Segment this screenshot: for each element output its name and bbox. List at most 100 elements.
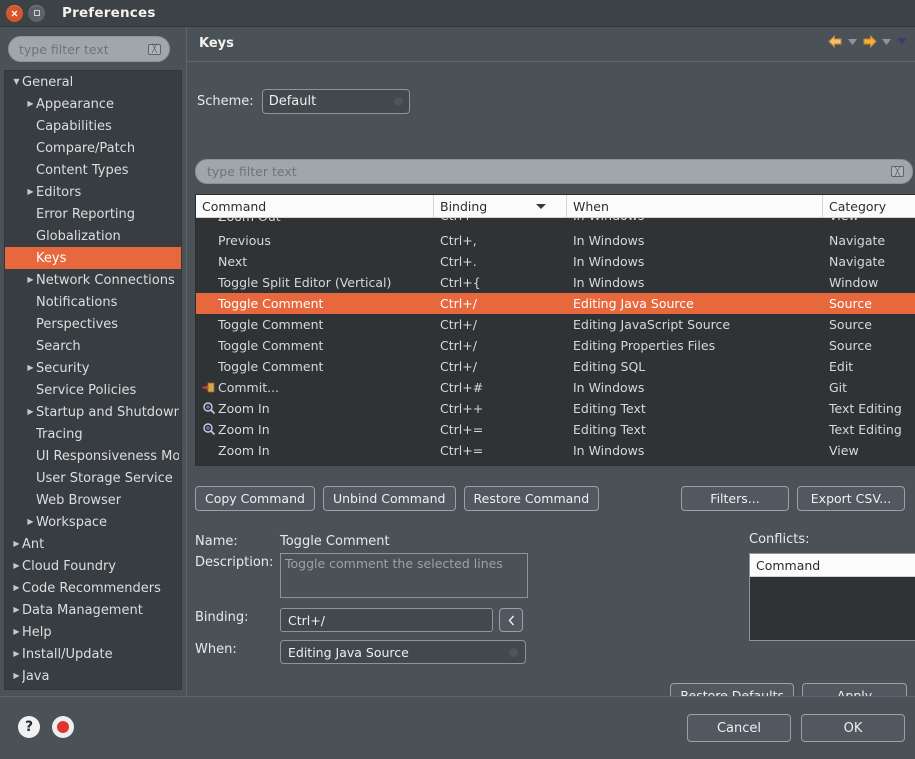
table-body[interactable]: Zoom Out Ctrl+- In Windows View Previous Ctrl… <box>196 218 915 461</box>
binding-input[interactable]: Ctrl+/ <box>280 608 493 632</box>
sidebar-item-network-connections[interactable]: ▶ Network Connections <box>5 269 181 291</box>
zoom-in-icon <box>203 402 216 415</box>
sidebar-item-keys[interactable]: Keys <box>5 247 181 269</box>
table-row[interactable]: Toggle Comment Ctrl+/ Editing Java Source S… <box>196 293 915 314</box>
twisty-collapsed-icon[interactable]: ▶ <box>11 584 22 592</box>
chevron-down-icon <box>393 97 403 106</box>
sidebar-item-ant[interactable]: ▶ Ant <box>5 533 181 555</box>
table-row[interactable]: Next Ctrl+. In Windows Navigate <box>196 251 915 272</box>
sidebar-item-label: Cloud Foundry <box>22 558 117 574</box>
column-header-when[interactable]: When <box>567 195 823 217</box>
table-row[interactable]: Zoom In Ctrl++ Editing Text Text Editing <box>196 398 915 419</box>
scheme-select[interactable]: Default <box>261 89 410 114</box>
twisty-collapsed-icon[interactable]: ▶ <box>11 672 22 680</box>
twisty-collapsed-icon[interactable]: ▶ <box>25 188 36 196</box>
restore-command-button[interactable]: Restore Command <box>463 486 600 511</box>
cell-text: Toggle Comment <box>218 317 324 332</box>
sidebar-item-startup-and-shutdown[interactable]: ▶ Startup and Shutdown <box>5 401 181 423</box>
twisty-collapsed-icon[interactable]: ▶ <box>11 628 22 636</box>
ok-button[interactable]: OK <box>801 714 905 742</box>
sidebar-item-search[interactable]: Search <box>5 335 181 357</box>
table-row[interactable]: Toggle Comment Ctrl+/ Editing JavaScript S… <box>196 314 915 335</box>
close-window-button[interactable] <box>6 4 23 22</box>
conflicts-table[interactable]: CommandWhen <box>749 553 915 641</box>
table-row[interactable]: Commit... Ctrl+# In Windows Git <box>196 377 915 398</box>
copy-command-button[interactable]: Copy Command <box>195 486 315 511</box>
sidebar-item-label: Notifications <box>36 294 118 310</box>
sidebar-item-java[interactable]: ▶ Java <box>5 665 181 687</box>
twisty-collapsed-icon[interactable]: ▶ <box>11 540 22 548</box>
key-bindings-table[interactable]: Command Binding When Category Zoom Out Ctrl+… <box>195 194 915 466</box>
table-row[interactable]: Previous Ctrl+, In Windows Navigate <box>196 230 915 251</box>
column-header-binding[interactable]: Binding <box>434 195 567 217</box>
twisty-collapsed-icon[interactable]: ▶ <box>25 276 36 284</box>
sidebar-item-general[interactable]: ▼ General <box>5 71 181 93</box>
sidebar-item-code-recommenders[interactable]: ▶ Code Recommenders <box>5 577 181 599</box>
preferences-tree[interactable]: ▼ General ▶ Appearance Capabilities Compare/P… <box>4 70 182 690</box>
cancel-button[interactable]: Cancel <box>687 714 791 742</box>
sidebar-item-data-management[interactable]: ▶ Data Management <box>5 599 181 621</box>
back-history-chevron-down-icon[interactable] <box>847 38 858 46</box>
unbind-command-button[interactable]: Unbind Command <box>322 486 456 511</box>
sidebar-item-label: Ant <box>22 536 45 552</box>
conflicts-column-header-command[interactable]: Command <box>750 554 915 576</box>
sidebar-item-java-ee[interactable]: ▶Java EE <box>5 687 181 689</box>
clear-icon[interactable]: ╳ <box>148 43 161 55</box>
sidebar-item-install-update[interactable]: ▶ Install/Update <box>5 643 181 665</box>
sidebar-item-appearance[interactable]: ▶ Appearance <box>5 93 181 115</box>
table-row[interactable]: Toggle Comment Ctrl+/ Editing Properties F… <box>196 335 915 356</box>
forward-history-chevron-down-icon[interactable] <box>881 38 892 46</box>
sidebar-item-web-browser[interactable]: Web Browser <box>5 489 181 511</box>
arrow-left-icon[interactable] <box>828 35 843 48</box>
sidebar-item-capabilities[interactable]: Capabilities <box>5 115 181 137</box>
clear-icon[interactable]: ╳ <box>891 166 904 177</box>
table-row[interactable]: Zoom Out Ctrl+- In Windows View <box>196 218 915 230</box>
column-header-label: Binding <box>440 198 488 214</box>
when-select[interactable]: Editing Java Source <box>280 640 526 664</box>
filters-button[interactable]: Filters... <box>681 486 789 511</box>
sidebar-item-service-policies[interactable]: Service Policies <box>5 379 181 401</box>
twisty-collapsed-icon[interactable]: ▶ <box>25 518 36 526</box>
sidebar-item-notifications[interactable]: Notifications <box>5 291 181 313</box>
twisty-collapsed-icon[interactable]: ▶ <box>25 100 36 108</box>
sidebar-item-compare-patch[interactable]: Compare/Patch <box>5 137 181 159</box>
binding-chevron-left-icon[interactable] <box>499 608 523 632</box>
sidebar-item-security[interactable]: ▶ Security <box>5 357 181 379</box>
column-header-command[interactable]: Command <box>196 195 434 217</box>
export-csv-button[interactable]: Export CSV... <box>797 486 905 511</box>
maximize-window-button[interactable] <box>28 4 45 22</box>
sidebar-item-help[interactable]: ▶ Help <box>5 621 181 643</box>
twisty-collapsed-icon[interactable]: ▶ <box>25 364 36 372</box>
cell-text: Ctrl+{ <box>440 275 481 290</box>
cell-text: View <box>829 443 859 458</box>
table-row[interactable]: Toggle Split Editor (Vertical) Ctrl+{In W… <box>196 272 915 293</box>
cell-text: Source <box>829 338 872 353</box>
twisty-expanded-icon[interactable]: ▼ <box>11 78 22 86</box>
twisty-collapsed-icon[interactable]: ▶ <box>11 606 22 614</box>
table-row[interactable]: Zoom In Ctrl+= In Windows View <box>196 440 915 461</box>
tree-filter-input[interactable]: type filter text ╳ <box>8 36 170 62</box>
page-menu-chevron-down-icon[interactable] <box>896 37 908 46</box>
twisty-collapsed-icon[interactable]: ▶ <box>25 408 36 416</box>
keys-filter-input[interactable]: type filter text ╳ <box>195 159 913 184</box>
sidebar-item-error-reporting[interactable]: Error Reporting <box>5 203 181 225</box>
record-icon[interactable] <box>52 716 74 738</box>
table-row[interactable]: Zoom In Ctrl+= Editing Text Text Editing <box>196 419 915 440</box>
sidebar-item-globalization[interactable]: Globalization <box>5 225 181 247</box>
sidebar-item-ui-responsiveness-mo[interactable]: UI Responsiveness Mo <box>5 445 181 467</box>
sidebar-item-perspectives[interactable]: Perspectives <box>5 313 181 335</box>
sidebar-item-workspace[interactable]: ▶ Workspace <box>5 511 181 533</box>
sidebar-item-content-types[interactable]: Content Types <box>5 159 181 181</box>
sidebar-item-editors[interactable]: ▶ Editors <box>5 181 181 203</box>
table-row[interactable]: Toggle Comment Ctrl+/ Editing SQL Edit <box>196 356 915 377</box>
cell-text: Editing JavaScript Source <box>573 317 731 332</box>
name-value: Toggle Comment <box>280 534 390 549</box>
sidebar-item-tracing[interactable]: Tracing <box>5 423 181 445</box>
twisty-collapsed-icon[interactable]: ▶ <box>11 562 22 570</box>
sidebar-item-cloud-foundry[interactable]: ▶ Cloud Foundry <box>5 555 181 577</box>
twisty-collapsed-icon[interactable]: ▶ <box>11 650 22 658</box>
column-header-category[interactable]: Category <box>823 195 915 217</box>
help-icon[interactable]: ? <box>18 716 40 738</box>
arrow-right-icon[interactable] <box>862 35 877 48</box>
sidebar-item-user-storage-service[interactable]: User Storage Service <box>5 467 181 489</box>
